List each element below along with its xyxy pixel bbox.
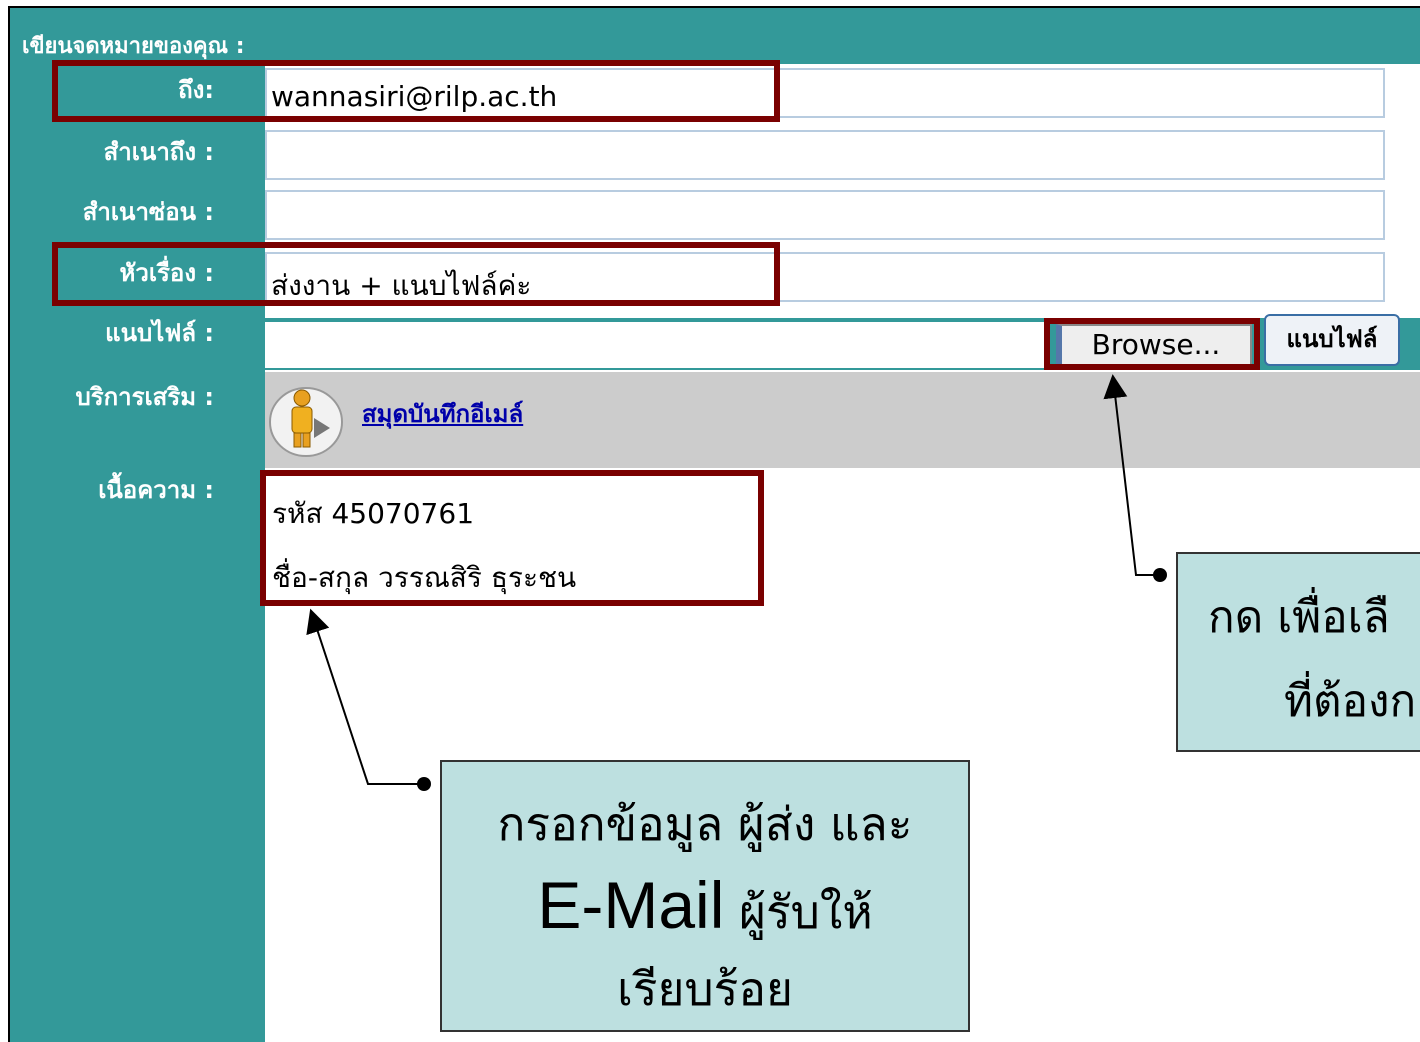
attachment-label: แนบไฟล์ : [105,319,214,347]
callout-line-1: กรอกข้อมูล ผู้ส่ง และ [497,797,913,851]
body-label: เนื้อความ : [98,476,214,504]
bcc-label: สำเนาซ่อน : [82,198,214,226]
attachment-path-input[interactable] [265,322,1045,368]
bcc-field[interactable] [265,190,1385,240]
browse-tip-line-2: ที่ต้องก [1284,676,1417,727]
browse-highlight [1044,318,1260,370]
browse-tip-line-1: กด เพื่อเลื [1208,592,1390,643]
subject-highlight [52,242,780,306]
callout-recipient-text: ผู้รับให้ [724,885,873,939]
callout-line-3: เรียบร้อย [617,962,793,1016]
person-icon[interactable] [268,378,344,458]
compose-title: เขียนจดหมายของคุณ : [22,34,245,59]
services-label: บริการเสริม : [75,383,214,411]
address-book-link[interactable]: สมุดบันทึกอีเมล์ [362,394,523,433]
fill-info-callout: กรอกข้อมูล ผู้ส่ง และ E-Mail ผู้รับให้ เ… [440,760,970,1032]
cc-field[interactable] [265,130,1385,180]
browse-tip-callout: กด เพื่อเลื ที่ต้องก [1176,552,1420,752]
callout-email-word: E-Mail [537,868,725,942]
callout-line-2: E-Mail ผู้รับให้ [442,867,968,949]
to-highlight [52,60,780,122]
body-highlight [260,470,764,606]
cc-label: สำเนาถึง : [103,138,214,166]
attach-file-button[interactable]: แนบไฟล์ [1264,314,1400,366]
